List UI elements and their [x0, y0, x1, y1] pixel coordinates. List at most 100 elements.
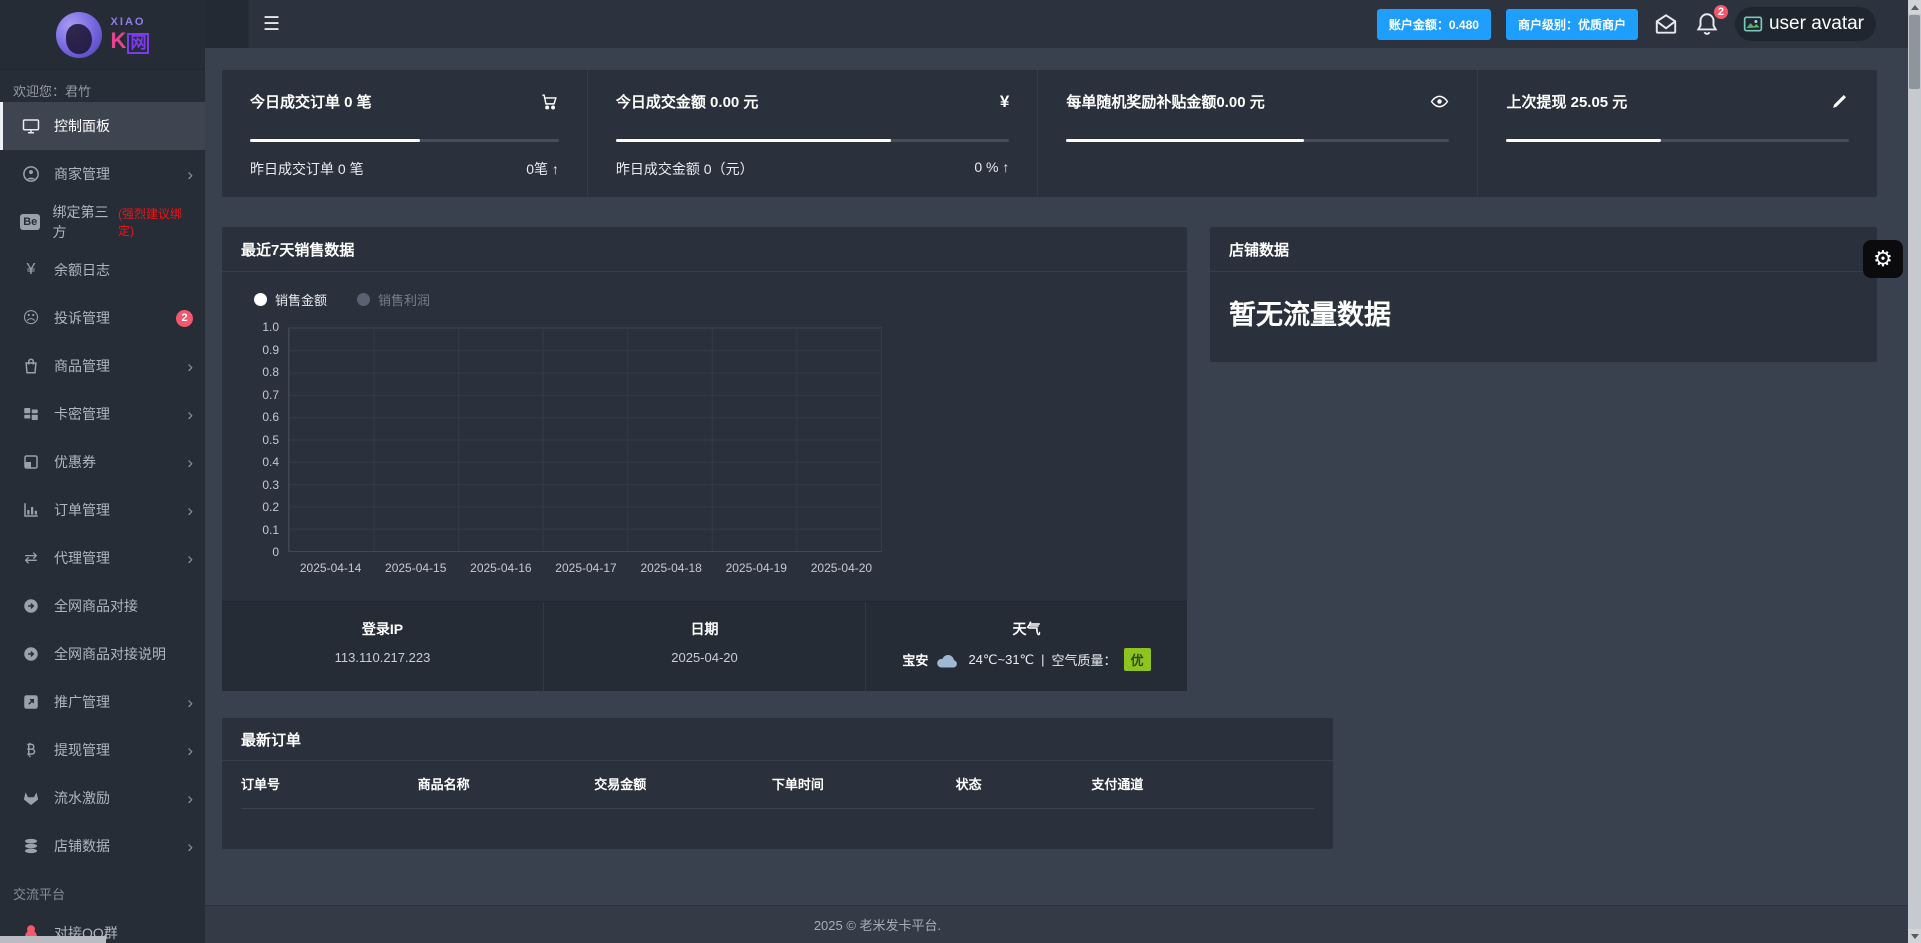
account-balance-badge[interactable]: 账户金额：0.480	[1376, 8, 1491, 40]
arrow-circle-icon	[19, 597, 43, 615]
shop-panel-title: 店铺数据	[1210, 227, 1877, 272]
sidebar-item-balance-log[interactable]: ¥ 余额日志	[0, 246, 205, 294]
chevron-right-icon: ›	[187, 164, 193, 184]
bind-warning-text: (强烈建议绑定)	[118, 207, 183, 238]
stat-card-footer-right: 0 % ↑	[974, 159, 1010, 175]
vertical-scrollbar[interactable]	[1908, 0, 1921, 943]
progress-bar	[1506, 139, 1849, 142]
sidebar-item-label: 优惠券	[54, 454, 96, 470]
weather-separator: |	[1041, 652, 1045, 667]
date-value: 2025-04-20	[671, 650, 738, 665]
sidebar-item-agents[interactable]: ⇄ 代理管理 ›	[0, 534, 205, 582]
sidebar-item-label: 推广管理	[54, 694, 110, 710]
air-quality-label: 空气质量：	[1051, 653, 1117, 668]
bar-chart-icon	[19, 501, 43, 519]
date-cell: 日期 2025-04-20	[544, 602, 866, 691]
sidebar-item-label: 控制面板	[54, 118, 110, 134]
sidebar-item-bind-thirdparty[interactable]: Be 绑定第三方 (强烈建议绑定)	[0, 198, 205, 246]
cloud-icon	[935, 651, 961, 669]
column-amount: 交易金额	[594, 777, 647, 792]
sidebar-item-complaints[interactable]: ☹ 投诉管理 2	[0, 294, 205, 342]
horizontal-scrollbar-thumb[interactable]	[0, 936, 106, 943]
chevron-right-icon: ›	[187, 452, 193, 472]
orders-table-empty-body	[222, 809, 1333, 849]
chevron-right-icon: ›	[187, 404, 193, 424]
sidebar-item-flow-rewards[interactable]: 流水激励 ›	[0, 774, 205, 822]
scroll-up-arrow[interactable]	[1908, 0, 1921, 14]
sidebar-item-orders[interactable]: 订单管理 ›	[0, 486, 205, 534]
column-product-name: 商品名称	[417, 777, 470, 792]
top-header-bar: ☰ 账户金额：0.480 商户级别：优质商户 2 user avatar	[205, 0, 1908, 48]
sidebar-item-withdrawals[interactable]: 提现管理 ›	[0, 726, 205, 774]
vertical-scrollbar-thumb[interactable]	[1909, 15, 1920, 89]
mail-icon[interactable]	[1653, 11, 1679, 37]
stat-card-random-reward: 每单随机奖励补贴金额0.00 元	[1038, 70, 1479, 197]
legend-sales-amount[interactable]: 销售金额	[254, 290, 327, 309]
sidebar-item-dashboard[interactable]: 控制面板	[0, 102, 205, 150]
sidebar-item-network-products[interactable]: 全网商品对接	[0, 582, 205, 630]
external-link-icon	[19, 693, 43, 711]
weather-cell: 天气 宝安 24℃~31℃ | 空气质量： 优	[866, 602, 1187, 691]
sidebar-item-coupons[interactable]: 优惠券 ›	[0, 438, 205, 486]
chevron-right-icon: ›	[187, 836, 193, 856]
sidebar-item-label: 投诉管理	[54, 310, 110, 326]
yen-icon: ¥	[999, 91, 1010, 111]
latest-orders-panel: 最新订单 订单号 商品名称 交易金额 下单时间 状态 支付通道	[222, 718, 1333, 849]
progress-bar	[250, 139, 559, 142]
sidebar-item-promotion[interactable]: 推广管理 ›	[0, 678, 205, 726]
sidebar-item-label: 流水激励	[54, 790, 110, 806]
eye-icon	[1431, 95, 1449, 108]
weather-city: 宝安	[902, 653, 929, 668]
page-footer: 2025 © 老米发卡平台.	[205, 905, 1908, 943]
sidebar-item-products[interactable]: 商品管理 ›	[0, 342, 205, 390]
bell-icon[interactable]: 2	[1694, 3, 1730, 37]
bitcoin-icon	[19, 741, 43, 759]
chart-plot-area	[288, 327, 882, 552]
merchant-level-badge[interactable]: 商户级别：优质商户	[1505, 8, 1638, 40]
pen-icon	[1833, 95, 1846, 108]
sidebar: XIAO K网 欢迎您：君竹 控制面板 商家管理 › Be 绑定第三方 (强烈建…	[0, 0, 205, 943]
chevron-right-icon: ›	[187, 692, 193, 712]
swap-arrows-icon: ⇄	[24, 550, 38, 567]
stat-card-today-orders: 今日成交订单 0 笔 昨日成交订单 0 笔 0笔 ↑	[222, 70, 588, 197]
shopping-bag-icon	[19, 357, 43, 375]
logo[interactable]: XIAO K网	[0, 0, 205, 70]
chart-y-axis: 1.0 0.9 0.8 0.7 0.6 0.5 0.4 0.3 0.2 0.1 0	[262, 320, 279, 559]
scroll-down-arrow[interactable]	[1908, 929, 1921, 943]
login-ip-cell: 登录IP 113.110.217.223	[222, 602, 544, 691]
arrow-circle-icon	[19, 645, 43, 663]
column-order-id: 订单号	[241, 777, 281, 792]
legend-sales-profit[interactable]: 销售利润	[357, 290, 430, 309]
sidebar-item-shop-data[interactable]: 店铺数据 ›	[0, 822, 205, 870]
stat-card-title: 今日成交金额 0.00 元	[615, 94, 759, 111]
sidebar-item-card-keys[interactable]: 卡密管理 ›	[0, 390, 205, 438]
gear-icon: ⚙	[1873, 246, 1893, 271]
settings-gear-button[interactable]: ⚙	[1863, 240, 1903, 278]
sidebar-item-network-products-docs[interactable]: 全网商品对接说明	[0, 630, 205, 678]
user-avatar[interactable]: user avatar	[1734, 7, 1876, 41]
stat-card-title: 今日成交订单 0 笔	[250, 94, 372, 111]
progress-bar	[1066, 139, 1450, 142]
sidebar-item-label: 卡密管理	[54, 406, 110, 422]
sidebar-item-merchant[interactable]: 商家管理 ›	[0, 150, 205, 198]
stat-card-title: 上次提现 25.05 元	[1506, 94, 1628, 111]
grid-icon	[19, 405, 43, 423]
sidebar-item-label: 商品管理	[54, 358, 110, 374]
sidebar-item-label: 余额日志	[54, 262, 110, 278]
sidebar-menu: 控制面板 商家管理 › Be 绑定第三方 (强烈建议绑定) ¥ 余额日志 ☹ 投…	[0, 102, 205, 870]
broken-image-icon	[1743, 16, 1763, 32]
stat-card-today-amount: 今日成交金额 0.00 元 ¥ 昨日成交金额 0（元） 0 % ↑	[588, 70, 1039, 197]
orders-panel-title: 最新订单	[222, 718, 1333, 761]
complaints-count-badge: 2	[176, 309, 193, 327]
stat-card-footer-right: 0笔 ↑	[526, 161, 559, 177]
hamburger-menu-icon[interactable]: ☰	[263, 13, 280, 36]
behance-icon: Be	[19, 214, 41, 230]
orders-table-header: 订单号 商品名称 交易金额 下单时间 状态 支付通道	[241, 774, 1314, 809]
shop-data-panel: 店铺数据 暂无流量数据	[1210, 227, 1877, 362]
progress-bar	[615, 139, 1010, 142]
sidebar-section-label: 交流平台	[13, 887, 66, 902]
welcome-text: 欢迎您：君竹	[13, 84, 92, 99]
stat-card-footer-left: 昨日成交金额 0（元）	[615, 161, 754, 177]
cart-icon	[542, 94, 557, 110]
chevron-right-icon: ›	[187, 356, 193, 376]
